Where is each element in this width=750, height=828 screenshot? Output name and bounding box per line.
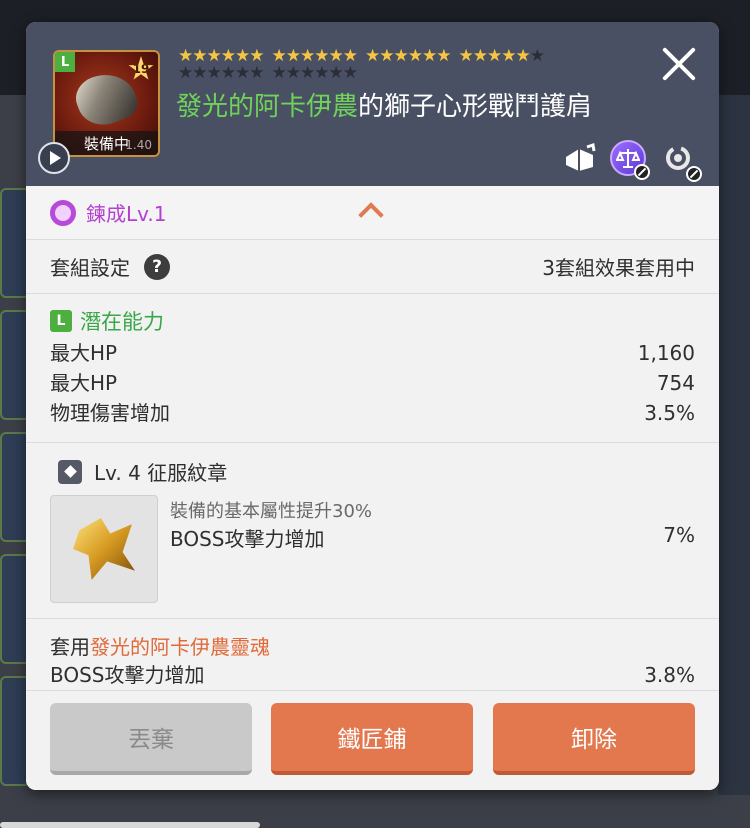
soul-stat-row: BOSS攻擊力增加 3.8% [50, 660, 695, 690]
stat-name: BOSS攻擊力增加 [50, 663, 205, 687]
emblem-stat-row: BOSS攻擊力增加 7% [170, 523, 695, 552]
item-name: 發光的阿卡伊農的獅子心形戰鬥護肩 [176, 86, 592, 123]
star-filled-icon: ★ [407, 46, 423, 66]
disabled-icon [686, 166, 702, 182]
sync-icon[interactable] [660, 140, 702, 182]
star-filled-icon: ★ [515, 46, 531, 66]
star-filled-icon: ★ [422, 46, 437, 66]
grade-badge: L [55, 52, 75, 72]
refine-label: 鍊成Lv.1 [86, 202, 167, 226]
potential-stat-row: 物理傷害增加 3.5% [50, 398, 695, 428]
help-icon[interactable]: ? [144, 253, 170, 280]
set-setting-label: 套組設定 [50, 256, 130, 280]
item-name-prefix: 發光的阿卡伊農 [176, 92, 359, 122]
item-header: L 19 裝備中 1.40 ★ ★ ★ ★ ★ ★ ★ ★ ★ ★ ★ ★ ★ ★ ★ ★ ★ ★ ★ ★ ★ ★ ★ ★ ★ ★… [26, 22, 719, 186]
stat-value: 7% [663, 523, 695, 547]
star-empty-icon: ★ [342, 63, 358, 83]
soul-title: 套用發光的阿卡伊農靈魂 [50, 631, 695, 660]
refine-row[interactable]: 鍊成Lv.1 [26, 186, 719, 240]
stat-name: 最大HP [50, 341, 118, 365]
star-empty-icon: ★ [206, 63, 222, 83]
potential-stat-row: 最大HP 754 [50, 368, 695, 398]
item-detail-body: 鍊成Lv.1 套組設定 ? 3套組效果套用中 L 潛在能力 最大HP 1,160… [26, 186, 719, 690]
star-empty-icon: ★ [235, 63, 250, 83]
shoulder-armor-icon [70, 65, 142, 133]
stat-value: 3.5% [644, 401, 695, 425]
background-side-list [718, 95, 750, 795]
star-filled-icon: ★ [365, 46, 380, 66]
emblem-icon[interactable] [50, 495, 158, 603]
potential-section: L 潛在能力 最大HP 1,160 最大HP 754 物理傷害增加 3.5% [26, 294, 719, 443]
refine-icon [50, 199, 76, 226]
star-empty-icon: ★ [285, 63, 301, 83]
conquest-emblem-icon [73, 518, 135, 580]
emblem-title: Lv. 4 征服紋章 [94, 461, 228, 485]
soul-prefix: 套用 [50, 635, 90, 659]
set-effect-status: 3套組效果套用中 [542, 256, 695, 280]
action-bar: 丟棄 鐵匠鋪 卸除 [26, 690, 719, 790]
blacksmith-button[interactable]: 鐵匠鋪 [271, 703, 473, 775]
stat-name: 最大HP [50, 371, 118, 395]
star-filled-icon: ★ [393, 46, 409, 66]
soul-section: 套用發光的阿卡伊農靈魂 BOSS攻擊力增加 3.8% [26, 619, 719, 690]
balance-scale-icon[interactable] [610, 140, 650, 180]
stat-value: 754 [656, 371, 695, 395]
star-filled-icon: ★ [379, 46, 394, 66]
emblem-diamond-icon [58, 459, 82, 484]
star-empty-icon: ★ [300, 63, 315, 83]
emblem-description: 裝備的基本屬性提升30% [170, 501, 373, 522]
potential-stat-row: 最大HP 1,160 [50, 338, 695, 368]
potential-title: 潛在能力 [80, 310, 164, 334]
star-filled-icon: ★ [472, 46, 488, 66]
item-sub-number: 1.40 [125, 138, 152, 152]
chevron-up-icon[interactable] [358, 202, 384, 228]
emblem-section: Lv. 4 征服紋章 裝備的基本屬性提升30% BOSS攻擊力增加 7% [26, 443, 719, 619]
stat-name: 物理傷害增加 [50, 401, 170, 425]
star-filled-icon: ★ [487, 46, 502, 66]
unequip-button[interactable]: 卸除 [493, 703, 695, 775]
share-icon[interactable] [562, 140, 598, 176]
soul-name: 發光的阿卡伊農靈魂 [90, 635, 270, 659]
star-empty-icon: ★ [314, 63, 329, 83]
set-setting-row: 套組設定 ? 3套組效果套用中 [26, 240, 719, 294]
stat-value: 1,160 [637, 341, 695, 365]
item-detail-dialog: L 19 裝備中 1.40 ★ ★ ★ ★ ★ ★ ★ ★ ★ ★ ★ ★ ★ ★ ★ ★ ★ ★ ★ ★ ★ ★ ★ ★ ★ ★… [26, 22, 719, 790]
starforce-stars: ★ ★ ★ ★ ★ ★ ★ ★ ★ ★ ★ ★ ★ ★ ★ ★ ★ ★ ★ ★ ★ ★ ★ ★ ★ ★ ★ ★ ★ ★ ★ ★ ★ ★ ★ ★ [178, 48, 608, 82]
stat-name: BOSS攻擊力增加 [170, 527, 325, 551]
star-empty-icon: ★ [529, 46, 545, 66]
star-filled-icon: ★ [436, 46, 451, 66]
close-icon[interactable] [659, 44, 699, 84]
level-star-badge: 19 [128, 56, 154, 80]
star-empty-icon: ★ [328, 63, 344, 83]
item-icon[interactable]: L 19 裝備中 1.40 [53, 50, 160, 157]
potential-grade-badge: L [50, 310, 72, 332]
star-filled-icon: ★ [501, 46, 516, 66]
discard-button[interactable]: 丟棄 [50, 703, 252, 775]
stat-value: 3.8% [644, 663, 695, 687]
star-empty-icon: ★ [271, 63, 287, 83]
star-empty-icon: ★ [220, 63, 236, 83]
play-icon[interactable] [38, 142, 70, 174]
disabled-icon [634, 164, 650, 180]
star-empty-icon: ★ [178, 63, 193, 83]
item-name-suffix: 的獅子心形戰鬥護肩 [358, 92, 593, 122]
star-empty-icon: ★ [192, 63, 207, 83]
background-scrollbar [0, 822, 260, 828]
star-filled-icon: ★ [458, 46, 474, 66]
star-empty-icon: ★ [249, 63, 264, 83]
